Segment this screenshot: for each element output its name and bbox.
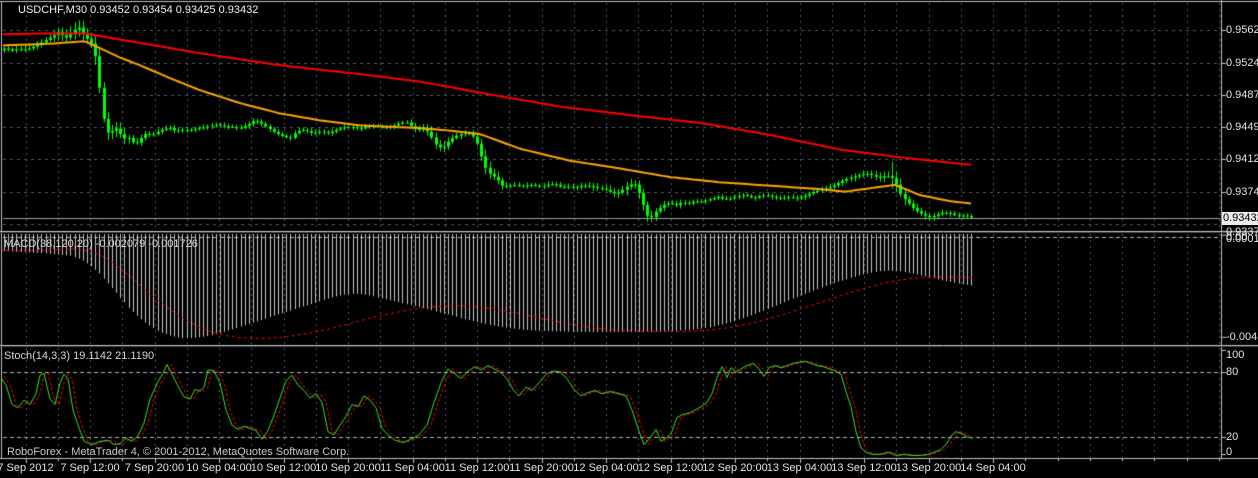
time-axis-label: 7 Sep 20:00 — [124, 462, 185, 474]
time-axis-label: 12 Sep 04:00 — [573, 462, 639, 474]
price-axis-label: 0.95240 — [1226, 57, 1258, 69]
time-axis-label: 13 Sep 20:00 — [895, 462, 962, 474]
stoch-name: Stoch(14,3,3) — [4, 350, 71, 362]
price-axis-label: 0.94870 — [1226, 89, 1258, 101]
stoch-indicator-label: Stoch(14,3,3) 19.1142 21.1190 — [4, 350, 154, 362]
price-axis-label: 0.93740 — [1226, 186, 1258, 198]
stoch-axis-label: 20 — [1226, 431, 1239, 443]
copyright-text: RoboForex - MetaTrader 4, © 2001-2012, M… — [7, 446, 350, 458]
time-axis-label: 13 Sep 12:00 — [831, 462, 897, 474]
time-axis-label: 11 Sep 20:00 — [509, 462, 574, 474]
price-axis-label: 0.95620 — [1226, 24, 1258, 36]
stoch-axis-label: 100 — [1226, 349, 1245, 361]
macd-value-signal: -0.001726 — [148, 238, 198, 250]
symbol-ohlc-info: USDCHF,M30 0.93452 0.93454 0.93425 0.934… — [18, 4, 259, 16]
stoch-value-signal: 21.1190 — [115, 350, 155, 362]
macd-indicator-label: MACD(38,120,20) -0.002079 -0.001726 — [4, 238, 198, 250]
stoch-axis-label: 0 — [1226, 446, 1233, 458]
price-axis-label: 0.94120 — [1226, 153, 1258, 165]
time-axis-label: 10 Sep 12:00 — [250, 462, 317, 474]
time-axis-label: 12 Sep 12:00 — [637, 462, 704, 474]
macd-name: MACD(38,120,20) — [4, 238, 93, 250]
current-price-tag: 0.93432 — [1222, 212, 1258, 225]
time-axis-label: 7 Sep 2012 — [0, 462, 54, 474]
macd-axis-max-label: 0.00010 — [1226, 233, 1258, 245]
time-axis-label: 10 Sep 20:00 — [315, 462, 381, 474]
macd-axis-min-label: -0.00430 — [1226, 331, 1258, 343]
mt4-chart-window: USDCHF,M30 0.93452 0.93454 0.93425 0.934… — [0, 0, 1258, 478]
stoch-axis-label: 80 — [1226, 366, 1239, 378]
time-axis-label: 11 Sep 04:00 — [380, 462, 445, 474]
time-axis-label: 13 Sep 04:00 — [766, 462, 833, 474]
time-axis-label: 7 Sep 12:00 — [60, 462, 120, 474]
time-axis-label: 10 Sep 04:00 — [186, 462, 252, 474]
time-axis-label: 11 Sep 12:00 — [444, 462, 510, 474]
time-axis-label: 12 Sep 20:00 — [702, 462, 768, 474]
macd-value-main: -0.002079 — [95, 238, 146, 250]
price-axis-label: 0.94490 — [1226, 121, 1258, 133]
time-axis-label: 14 Sep 04:00 — [960, 462, 1026, 474]
stoch-value-main: 19.1142 — [73, 350, 113, 362]
